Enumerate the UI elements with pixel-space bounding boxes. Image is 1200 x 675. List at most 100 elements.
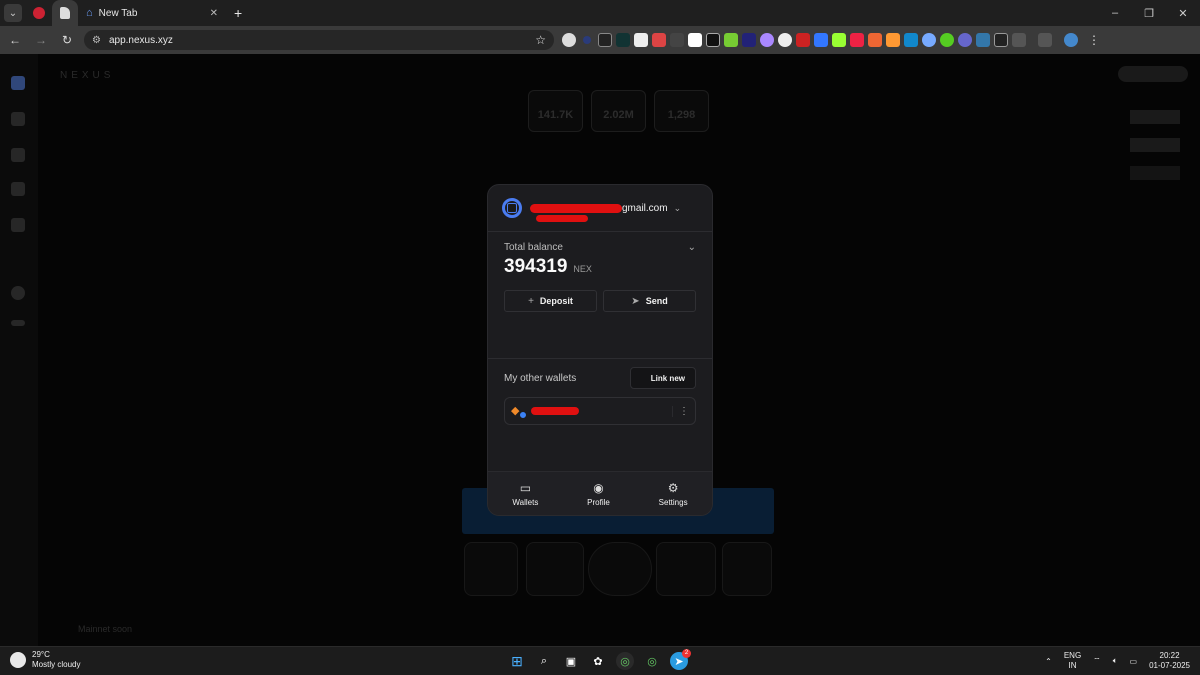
windows-start-icon[interactable]: ⊞ xyxy=(508,652,526,670)
linked-wallet-item[interactable]: ◆ ⋮ xyxy=(504,397,696,425)
chrome-profile-icon[interactable]: ◎ xyxy=(643,652,661,670)
home-tab-icon: ⌂ xyxy=(86,7,93,19)
extension-icon[interactable] xyxy=(634,33,648,47)
balance-section: Total balance ⌄ 394319 NEX + Deposit ➤ S… xyxy=(488,232,712,358)
rail-icon[interactable] xyxy=(11,112,25,126)
chatgpt-icon[interactable]: ✿ xyxy=(589,652,607,670)
reload-icon[interactable]: ↻ xyxy=(58,33,76,47)
clock[interactable]: 20:22 01-07-2025 xyxy=(1149,651,1190,671)
extension-icon[interactable] xyxy=(688,33,702,47)
nav-label: Settings xyxy=(658,497,688,507)
back-icon[interactable]: ← xyxy=(6,33,24,47)
chrome-icon[interactable]: ◎ xyxy=(616,652,634,670)
extension-icon[interactable] xyxy=(562,33,576,47)
stat-value: 2.02M xyxy=(603,109,634,121)
chevron-down-icon[interactable]: ⌄ xyxy=(674,203,682,214)
nav-profile[interactable]: ◉ Profile xyxy=(587,481,610,507)
stat-card: 141.7K xyxy=(528,90,583,132)
footer-status: Mainnet soon xyxy=(78,624,133,634)
rail-icon[interactable] xyxy=(11,286,25,300)
minimize-button[interactable]: – xyxy=(1098,7,1132,20)
wifi-icon[interactable]: ⌔ xyxy=(1093,656,1101,666)
extension-icon[interactable] xyxy=(940,33,954,47)
bookmark-star-icon[interactable]: ☆ xyxy=(535,33,546,47)
search-icon[interactable]: ⌕ xyxy=(535,652,553,670)
extension-icon[interactable] xyxy=(616,33,630,47)
task-view-icon[interactable]: ▣ xyxy=(562,652,580,670)
close-tab-icon[interactable]: ✕ xyxy=(210,8,218,19)
weather-widget[interactable]: 29°C Mostly cloudy xyxy=(10,650,80,670)
send-label: Send xyxy=(645,296,668,306)
nav-wallets[interactable]: ▭ Wallets xyxy=(512,481,538,507)
send-button[interactable]: ➤ Send xyxy=(603,290,696,312)
tray-chevron-icon[interactable]: ⌃ xyxy=(1045,657,1052,666)
extension-icon[interactable] xyxy=(706,33,720,47)
cloudy-weather-icon xyxy=(10,652,26,668)
rail-icon[interactable] xyxy=(11,218,25,232)
weather-temp: 29°C xyxy=(32,650,50,659)
extension-icon[interactable] xyxy=(886,33,900,47)
account-header[interactable]: gmail.com ⌄ xyxy=(488,185,712,231)
extension-icon[interactable] xyxy=(958,33,972,47)
extension-icon[interactable] xyxy=(868,33,882,47)
extension-icon[interactable] xyxy=(814,33,828,47)
wallet-modal: gmail.com ⌄ Total balance ⌄ 394319 NEX +… xyxy=(487,184,713,516)
send-icon: ➤ xyxy=(631,295,640,307)
pinned-tab-icon xyxy=(33,7,45,19)
extension-icon[interactable] xyxy=(652,33,666,47)
rail-icon[interactable] xyxy=(11,148,25,162)
link-new-button[interactable]: Link new xyxy=(629,367,696,389)
balance-row: 394319 NEX xyxy=(504,256,696,278)
more-options-icon[interactable]: ⋮ xyxy=(672,405,689,417)
nav-label: Wallets xyxy=(512,497,539,507)
extension-icon[interactable] xyxy=(1038,33,1052,47)
extension-icon[interactable] xyxy=(922,33,936,47)
tab-strip: ⌄ ⌂ New Tab ✕ + – ❐ ✕ xyxy=(0,0,1200,26)
profile-avatar-icon[interactable] xyxy=(1064,33,1078,47)
restore-button[interactable]: ❐ xyxy=(1132,7,1166,20)
right-activity-list xyxy=(1130,110,1180,180)
extension-icon[interactable] xyxy=(778,33,792,47)
extension-icon[interactable] xyxy=(598,33,612,47)
site-info-icon[interactable]: ⚙ xyxy=(92,35,101,46)
nav-label: Profile xyxy=(587,497,610,507)
extension-icon[interactable] xyxy=(832,33,846,47)
extension-icon[interactable] xyxy=(583,36,591,44)
tab-search-button[interactable]: ⌄ xyxy=(4,4,22,22)
plus-icon: + xyxy=(528,295,534,307)
extensions-puzzle-icon[interactable] xyxy=(1012,33,1026,47)
extension-icon[interactable] xyxy=(796,33,810,47)
rail-icon[interactable] xyxy=(11,320,25,326)
tab-new-tab[interactable]: ⌂ New Tab ✕ xyxy=(78,0,226,26)
chevron-down-icon[interactable]: ⌄ xyxy=(688,242,696,253)
pinned-tab-2[interactable] xyxy=(52,0,78,26)
browser-menu-icon[interactable]: ⋮ xyxy=(1088,33,1100,47)
bg-card xyxy=(464,542,518,596)
battery-icon[interactable]: ▭ xyxy=(1130,657,1138,666)
other-wallets-header: My other wallets Link new xyxy=(504,367,696,389)
close-window-button[interactable]: ✕ xyxy=(1166,7,1200,20)
pinned-tab-1[interactable] xyxy=(30,4,48,22)
extension-icon[interactable] xyxy=(994,33,1008,47)
balance-unit: NEX xyxy=(573,264,592,274)
extension-icon[interactable] xyxy=(742,33,756,47)
home-rail-icon[interactable] xyxy=(11,76,25,90)
stat-card: 2.02M xyxy=(591,90,646,132)
rail-icon[interactable] xyxy=(11,182,25,196)
extension-icon[interactable] xyxy=(976,33,990,47)
extension-icon[interactable] xyxy=(724,33,738,47)
deposit-button[interactable]: + Deposit xyxy=(504,290,597,312)
telegram-icon[interactable]: ➤ 2 xyxy=(670,649,691,670)
extension-icon[interactable] xyxy=(760,33,774,47)
balance-label: Total balance xyxy=(504,242,563,253)
address-bar[interactable]: ⚙ app.nexus.xyz ☆ xyxy=(84,30,554,50)
forward-icon[interactable]: → xyxy=(32,33,50,47)
new-tab-button[interactable]: + xyxy=(226,0,250,26)
extension-icon[interactable] xyxy=(670,33,684,47)
nav-settings[interactable]: ⚙ Settings xyxy=(659,481,688,507)
extension-icon[interactable] xyxy=(904,33,918,47)
extension-icon[interactable] xyxy=(850,33,864,47)
other-wallets-section: My other wallets Link new ◆ ⋮ xyxy=(488,359,712,433)
volume-icon[interactable]: 🔈︎ xyxy=(1113,656,1118,666)
language-indicator[interactable]: ENG IN xyxy=(1064,651,1081,671)
